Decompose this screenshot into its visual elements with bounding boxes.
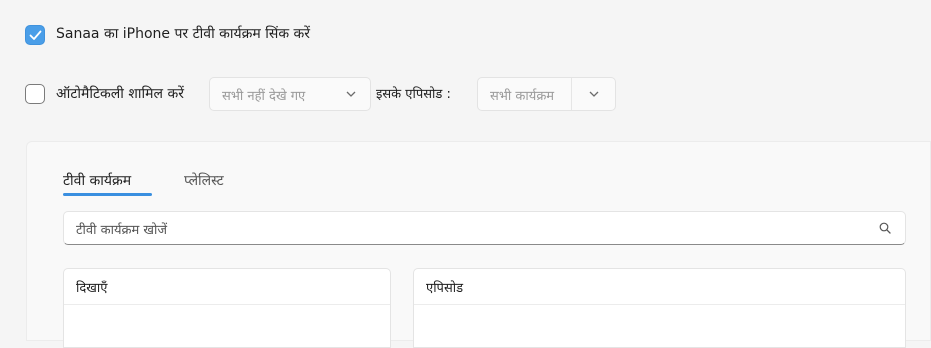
dropdown-divider [571, 78, 572, 110]
search-field[interactable]: टीवी कार्यक्रम खोजें [63, 211, 906, 245]
shows-list[interactable]: दिखाएँ [63, 268, 391, 348]
episodes-filter-value: सभी नहीं देखे गए [222, 89, 306, 104]
content-panel: टीवी कार्यक्रम प्लेलिस्ट टीवी कार्यक्रम … [26, 141, 931, 348]
shows-filter-dropdown[interactable]: सभी कार्यक्रम [477, 77, 616, 111]
episodes-filter-dropdown[interactable]: सभी नहीं देखे गए [209, 77, 371, 111]
tab-tv-shows[interactable]: टीवी कार्यक्रम [63, 171, 131, 190]
chevron-down-icon [589, 91, 599, 97]
episodes-list[interactable]: एपिसोड [413, 268, 906, 348]
episodes-header-label: एपिसोड [426, 281, 464, 296]
sync-label: Sanaa का iPhone पर टीवी कार्यक्रम सिंक क… [56, 26, 310, 42]
of-label: इसके एपिसोड : [376, 87, 451, 102]
auto-include-label: ऑटोमैटिकली शामिल करें [56, 86, 184, 102]
shows-list-header: दिखाएँ [64, 269, 390, 305]
episodes-list-header: एपिसोड [414, 269, 905, 305]
checkmark-icon [29, 30, 42, 40]
search-icon [879, 222, 891, 234]
tab-selected-indicator [63, 193, 152, 196]
auto-include-checkbox[interactable] [25, 84, 45, 104]
shows-header-label: दिखाएँ [76, 281, 108, 296]
search-placeholder: टीवी कार्यक्रम खोजें [76, 223, 168, 238]
sync-checkbox[interactable] [25, 25, 45, 45]
chevron-down-icon [346, 91, 356, 97]
shows-filter-value: सभी कार्यक्रम [490, 89, 555, 104]
tab-playlists[interactable]: प्लेलिस्ट [184, 171, 224, 190]
